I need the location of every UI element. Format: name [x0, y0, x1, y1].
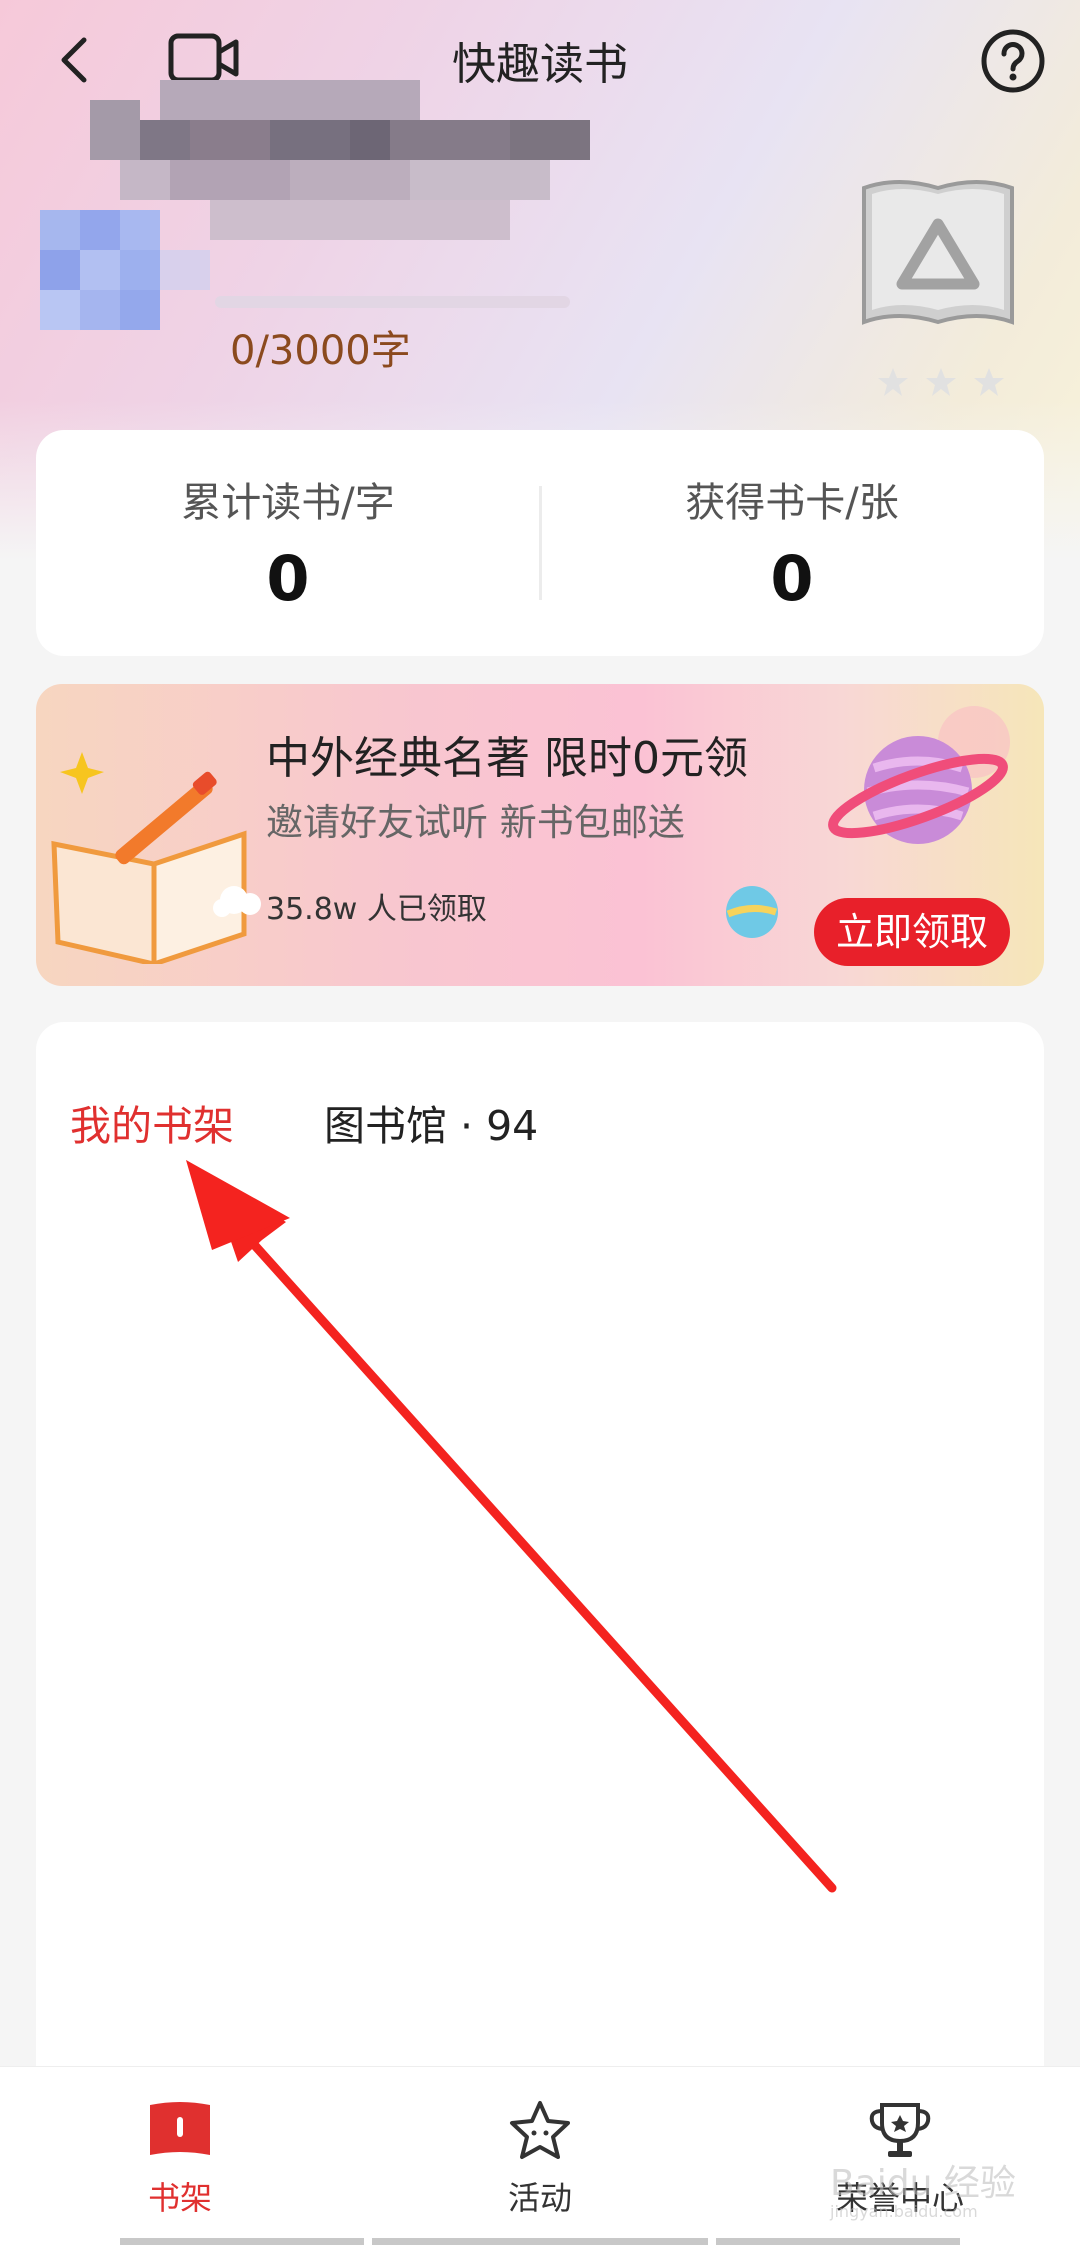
bookshelf-panel: 我的书架 图书馆 · 94 — [36, 1022, 1044, 2072]
level-stars — [876, 364, 1006, 404]
question-circle-icon — [981, 29, 1045, 93]
promo-claim-count: 35.8w 人已领取 — [266, 892, 487, 927]
watermark-text: Baidu 经验 — [830, 2163, 1016, 2204]
promo-subtitle: 邀请好友试听 新书包邮送 — [266, 801, 685, 844]
promo-banner[interactable]: 中外经典名著 限时0元领 邀请好友试听 新书包邮送 35.8w 人已领取 立即领… — [36, 684, 1044, 986]
baidu-watermark: Baidu 经验 jingyan.baidu.com — [830, 2140, 1030, 2221]
stat-value: 0 — [266, 542, 310, 615]
home-indicator — [120, 2238, 364, 2245]
stat-words-read[interactable]: 累计读书/字 0 — [36, 430, 540, 656]
reading-progress-text: 0/3000字 — [230, 328, 411, 374]
star-rating-icon — [878, 368, 1004, 396]
nav-label: 书架 — [147, 2179, 212, 2217]
reading-stats-card: 累计读书/字 0 获得书卡/张 0 — [36, 430, 1044, 656]
nav-bookshelf[interactable]: 书架 — [0, 2067, 360, 2245]
stat-label: 累计读书/字 — [181, 480, 395, 526]
promo-title: 中外经典名著 限时0元领 — [266, 733, 748, 784]
claim-now-button[interactable]: 立即领取 — [814, 898, 1010, 966]
tab-library[interactable]: 图书馆 · 94 — [324, 1092, 538, 1152]
nav-label: 活动 — [507, 2179, 572, 2217]
open-book-pencil-icon — [51, 752, 261, 964]
nav-activity[interactable]: 活动 — [360, 2067, 720, 2245]
stat-value: 0 — [770, 542, 814, 615]
stat-book-cards[interactable]: 获得书卡/张 0 — [540, 430, 1044, 656]
star-activity-icon — [510, 2101, 570, 2159]
watermark-url: jingyan.baidu.com — [830, 2202, 978, 2221]
planet-icon — [828, 706, 1010, 844]
bookshelf-icon — [150, 2102, 210, 2155]
globe-icon — [726, 886, 778, 938]
tab-my-bookshelf[interactable]: 我的书架 — [70, 1092, 234, 1152]
home-indicator — [372, 2238, 708, 2245]
book-level-badge-icon — [862, 180, 1014, 325]
level-badge[interactable] — [858, 172, 1018, 342]
stat-label: 获得书卡/张 — [685, 480, 899, 526]
help-button[interactable] — [980, 28, 1046, 94]
home-indicator — [716, 2238, 960, 2245]
